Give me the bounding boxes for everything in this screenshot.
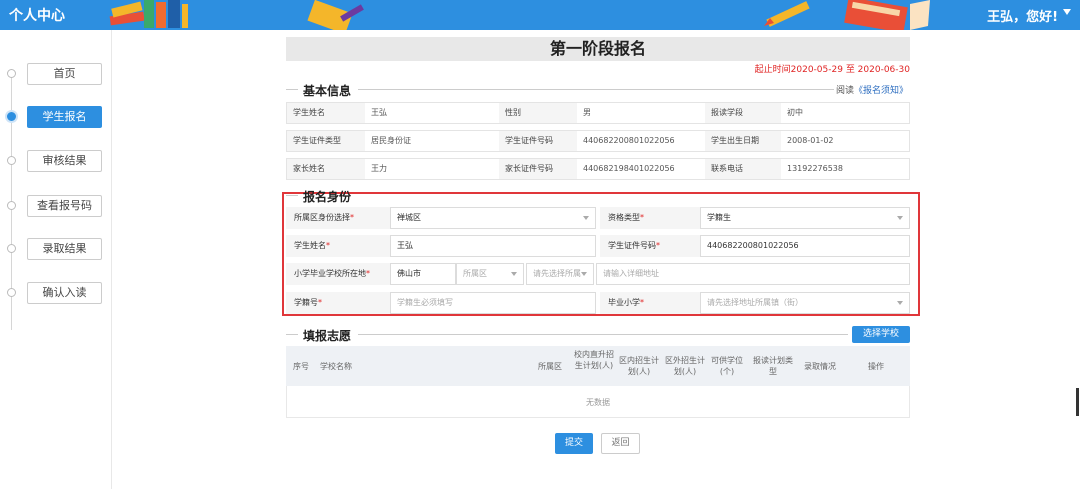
column-header: 录取情况 — [804, 362, 836, 371]
district-label: 所属区身份选择* — [286, 207, 390, 229]
info-value: 王力 — [371, 164, 387, 173]
info-label: 联系电话 — [705, 159, 781, 179]
chevron-down-icon[interactable] — [1063, 9, 1071, 15]
info-row: 家长姓名 王力 家长证件号码 440682198401022056 联系电话 1… — [286, 158, 910, 180]
form-row: 学籍号* 学籍生必须填写 毕业小学* 请先选择地址所属镇（街） — [286, 292, 910, 314]
column-header: 校内直升招生计划(人) — [574, 350, 614, 370]
eligibility-select[interactable]: 学籍生 — [700, 207, 910, 229]
registration-notice-link[interactable]: 《报名须知》 — [854, 86, 908, 96]
section-title-identity: 报名身份 — [303, 190, 352, 204]
column-header: 报读计划类型 — [753, 356, 793, 376]
top-header: 个人中心 王弘，您好! — [0, 0, 1080, 30]
section-title-wishes: 填报志愿 — [303, 329, 352, 343]
timeline-dot — [7, 288, 16, 297]
table-header: 序号 学校名称 所属区 校内直升招生计划(人) 区内招生计划(人) 区外招生计划… — [286, 346, 910, 386]
column-header: 可供学位(个) — [711, 356, 743, 376]
info-row: 学生证件类型 居民身份证 学生证件号码 440682200801022056 学… — [286, 130, 910, 152]
section-divider — [286, 334, 298, 335]
sidebar-item-admission-result[interactable]: 录取结果 — [27, 238, 102, 260]
student-no-label: 学籍号* — [286, 292, 390, 314]
column-header: 区外招生计划(人) — [665, 356, 705, 376]
form-row: 小学毕业学校所在地* 佛山市 所属区 请先选择所属 请输入详细地址 — [286, 263, 910, 285]
section-divider — [358, 89, 834, 90]
school-location-label: 小学毕业学校所在地* — [286, 263, 390, 285]
graduate-school-select[interactable]: 请先选择地址所属镇（街） — [700, 292, 910, 314]
books-illustration — [109, 0, 188, 28]
street-select[interactable]: 请先选择所属 — [526, 263, 594, 285]
empty-text: 无数据 — [586, 398, 610, 407]
district-area-select[interactable]: 所属区 — [456, 263, 524, 285]
info-label: 学生出生日期 — [705, 131, 781, 151]
info-label: 学生姓名 — [287, 103, 365, 123]
submit-button[interactable]: 提交 — [555, 433, 593, 454]
info-label: 性别 — [499, 103, 577, 123]
info-value: 王弘 — [371, 108, 387, 117]
column-header: 所属区 — [538, 362, 562, 371]
info-value: 440682200801022056 — [583, 136, 675, 145]
chevron-down-icon — [897, 301, 903, 305]
chevron-down-icon — [511, 272, 517, 276]
timeline-dot — [7, 69, 16, 78]
sidebar-item-review-result[interactable]: 审核结果 — [27, 150, 102, 172]
city-select[interactable]: 佛山市 — [390, 263, 456, 285]
info-label: 学生证件类型 — [287, 131, 365, 151]
pencil-illustration — [764, 1, 810, 27]
section-divider — [358, 334, 848, 335]
ruler-illustration — [307, 0, 364, 30]
notice-prefix: 阅读 — [835, 86, 854, 96]
timeline-dot — [7, 201, 16, 210]
sidebar-item-view-number[interactable]: 查看报号码 — [27, 195, 102, 217]
info-value: 440682198401022056 — [583, 164, 675, 173]
info-value: 初中 — [787, 108, 803, 117]
column-header: 操作 — [868, 362, 884, 371]
info-row: 学生姓名 王弘 性别 男 报读学段 初中 — [286, 102, 910, 124]
chevron-down-icon — [583, 216, 589, 220]
book-illustration — [844, 0, 930, 30]
info-label: 家长姓名 — [287, 159, 365, 179]
app-title: 个人中心 — [9, 8, 65, 24]
deadline-text: 起止时间2020-05-29 至 2020-06-30 — [754, 65, 910, 75]
eligibility-label: 资格类型* — [600, 207, 700, 229]
scrollbar[interactable] — [1076, 388, 1079, 416]
notice-link[interactable]: 阅读《报名须知》 — [836, 83, 908, 96]
info-value: 居民身份证 — [371, 136, 411, 145]
address-input[interactable]: 请输入详细地址 — [596, 263, 910, 285]
info-label: 学生证件号码 — [499, 131, 577, 151]
sidebar-item-student-registration[interactable]: 学生报名 — [27, 106, 102, 128]
info-value: 2008-01-02 — [787, 136, 834, 145]
chevron-down-icon — [581, 272, 587, 276]
info-value: 13192276538 — [787, 164, 843, 173]
table-body: 无数据 — [286, 386, 910, 418]
form-row: 学生姓名* 王弘 学生证件号码* 440682200801022056 — [286, 235, 910, 257]
district-select[interactable]: 禅城区 — [390, 207, 596, 229]
column-header: 序号 — [293, 362, 309, 371]
info-value: 男 — [583, 108, 591, 117]
column-header: 区内招生计划(人) — [619, 356, 659, 376]
sidebar-item-confirm-enrollment[interactable]: 确认入读 — [27, 282, 102, 304]
timeline-dot-active — [7, 112, 16, 121]
student-no-input[interactable]: 学籍生必须填写 — [390, 292, 596, 314]
timeline-dot — [7, 156, 16, 165]
page-title: 第一阶段报名 — [286, 37, 910, 61]
section-divider — [286, 195, 298, 196]
graduate-school-label: 毕业小学* — [600, 292, 700, 314]
info-label: 报读学段 — [705, 103, 781, 123]
form-row: 所属区身份选择* 禅城区 资格类型* 学籍生 — [286, 207, 910, 229]
sidebar: 首页 学生报名 审核结果 查看报号码 录取结果 确认入读 — [0, 30, 112, 489]
student-name-input[interactable]: 王弘 — [390, 235, 596, 257]
sidebar-item-home[interactable]: 首页 — [27, 63, 102, 85]
student-name-label: 学生姓名* — [286, 235, 390, 257]
column-header: 学校名称 — [320, 362, 352, 371]
back-button[interactable]: 返回 — [601, 433, 640, 454]
section-divider — [286, 89, 298, 90]
student-id-input[interactable]: 440682200801022056 — [700, 235, 910, 257]
timeline-dot — [7, 244, 16, 253]
section-title-basic-info: 基本信息 — [303, 84, 352, 98]
student-id-label: 学生证件号码* — [600, 235, 700, 257]
user-greeting[interactable]: 王弘，您好! — [987, 6, 1058, 25]
chevron-down-icon — [897, 216, 903, 220]
info-label: 家长证件号码 — [499, 159, 577, 179]
select-school-button[interactable]: 选择学校 — [852, 326, 910, 343]
